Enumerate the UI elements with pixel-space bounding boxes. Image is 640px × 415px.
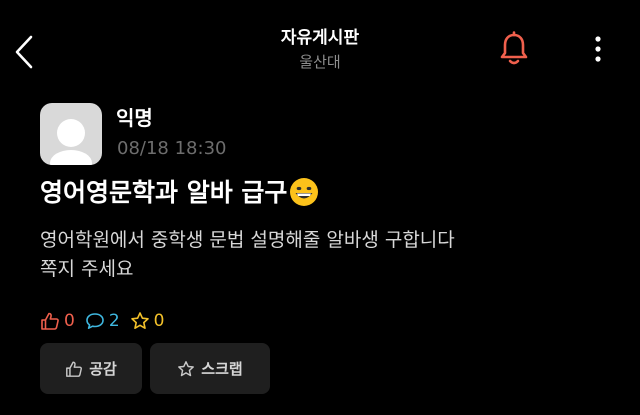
bell-icon (499, 31, 529, 71)
top-bar: 자유게시판 울산대 (0, 0, 640, 96)
thumbs-up-icon (40, 311, 60, 331)
more-vertical-icon (594, 35, 602, 67)
like-count: 0 (40, 311, 75, 331)
user-silhouette-icon (40, 119, 102, 165)
thumbs-up-icon (65, 360, 83, 378)
scrap-count-value: 0 (153, 311, 165, 331)
post-stats: 0 2 0 (40, 309, 174, 333)
like-button-label: 공감 (89, 360, 117, 378)
post-timestamp: 08/18 18:30 (117, 138, 227, 159)
board-title: 자유게시판 (280, 28, 360, 48)
more-options-button[interactable] (584, 34, 612, 68)
chevron-left-icon (13, 35, 35, 73)
grinning-face-emoji-icon (289, 177, 319, 218)
scrap-button-label: 스크랩 (201, 360, 243, 378)
author-name: 익명 (116, 106, 153, 130)
scrap-count: 0 (130, 311, 165, 331)
like-button[interactable]: 공감 (40, 343, 142, 394)
back-button[interactable] (8, 32, 40, 76)
comment-count-value: 2 (108, 311, 120, 331)
post-title-text: 영어영문학과 알바 급구 (40, 178, 288, 207)
post-title: 영어영문학과 알바 급구 (40, 174, 319, 218)
star-icon (177, 360, 195, 378)
notification-button[interactable] (496, 31, 532, 71)
comment-bubble-icon (85, 311, 105, 331)
board-header: 자유게시판 울산대 (170, 26, 470, 73)
post-body: 영어학원에서 중학생 문법 설명해줄 알바생 구합니다 쪽지 주세요 (40, 226, 600, 284)
like-count-value: 0 (64, 311, 75, 331)
post-body-line: 쪽지 주세요 (40, 258, 134, 280)
star-icon (130, 311, 150, 331)
avatar (40, 103, 102, 165)
scrap-button[interactable]: 스크랩 (150, 343, 270, 394)
school-name: 울산대 (299, 53, 341, 71)
comment-count: 2 (85, 311, 120, 331)
post-body-line: 영어학원에서 중학생 문법 설명해줄 알바생 구합니다 (40, 229, 455, 251)
